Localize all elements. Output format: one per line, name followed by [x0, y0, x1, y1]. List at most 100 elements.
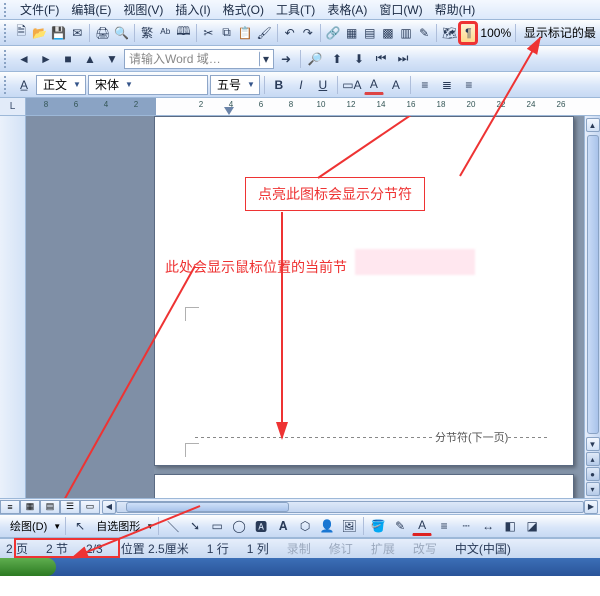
bookmark-up-icon[interactable]: ⬆ [327, 49, 347, 69]
cut-icon[interactable]: ✂ [200, 23, 216, 43]
research-icon[interactable]: 🕮 [175, 23, 191, 43]
autoshapes-menu[interactable]: 自选图形 [92, 518, 144, 534]
3d-icon[interactable]: ◪ [522, 516, 542, 536]
last-icon[interactable]: ⏭ [393, 49, 413, 69]
format-painter-icon[interactable]: 🖌 [256, 23, 273, 43]
back-icon[interactable]: ◄ [14, 49, 34, 69]
paste-icon[interactable]: 📋 [237, 23, 254, 43]
menu-window[interactable]: 窗口(W) [373, 0, 428, 20]
status-language[interactable]: 中文(中国) [455, 540, 511, 557]
show-hide-marks-icon[interactable]: ¶ [460, 23, 476, 43]
tables-borders-icon[interactable]: ▦ [344, 23, 360, 43]
document-map-icon[interactable]: 🗺 [441, 23, 458, 43]
toolbar-grip[interactable] [4, 50, 10, 68]
scroll-down-icon[interactable]: ▼ [586, 437, 600, 451]
normal-view-icon[interactable]: ≡ [0, 500, 20, 514]
toolbar-grip[interactable] [4, 24, 9, 42]
arrow-icon[interactable]: ➘ [185, 516, 205, 536]
dash-style-icon[interactable]: ┄ [456, 516, 476, 536]
web-view-icon[interactable]: ▦ [20, 500, 40, 514]
browse-down-icon[interactable]: ▼ [102, 49, 122, 69]
status-position[interactable]: 位置 2.5厘米 [121, 540, 189, 557]
line-color-icon[interactable]: ✎ [390, 516, 410, 536]
font-size-combo[interactable]: 五号▼ [210, 75, 260, 95]
diagram-icon[interactable]: ⬡ [295, 516, 315, 536]
page-canvas[interactable]: 点亮此图标会显示分节符 此处会显示鼠标位置的当前节 分节符(下一页) [154, 116, 584, 498]
status-overtype[interactable]: 改写 [413, 540, 437, 557]
go-icon[interactable]: ➜ [276, 49, 296, 69]
highlight-icon[interactable]: A [386, 75, 406, 95]
forward-icon[interactable]: ► [36, 49, 56, 69]
insert-worksheet-icon[interactable]: ▩ [380, 23, 396, 43]
menu-edit[interactable]: 编辑(E) [65, 0, 117, 20]
status-record[interactable]: 录制 [287, 540, 311, 557]
status-line[interactable]: 1 行 [207, 540, 229, 557]
shadow-icon[interactable]: ◧ [500, 516, 520, 536]
zoom-combo[interactable]: 100% [478, 26, 511, 40]
undo-icon[interactable]: ↶ [282, 23, 298, 43]
arrow-style-icon[interactable]: ↔ [478, 516, 498, 536]
page-1[interactable]: 点亮此图标会显示分节符 此处会显示鼠标位置的当前节 分节符(下一页) [154, 116, 574, 466]
horizontal-scrollbar[interactable]: ◀ ▶ [100, 499, 600, 514]
scroll-thumb[interactable] [587, 135, 599, 434]
menu-tools[interactable]: 工具(T) [270, 0, 321, 20]
windows-taskbar[interactable] [0, 558, 600, 576]
stop-icon[interactable]: ■ [58, 49, 78, 69]
status-revisions[interactable]: 修订 [329, 540, 353, 557]
font-color-icon[interactable]: A [412, 516, 432, 536]
chevron-down-icon[interactable]: ▾ [259, 51, 273, 67]
find-icon[interactable]: 🔎 [305, 49, 325, 69]
menu-table[interactable]: 表格(A) [321, 0, 373, 20]
simplified-traditional-icon[interactable]: 繁 [139, 23, 155, 43]
vertical-scrollbar[interactable]: ▲ ▼ ▴ ● ▾ [584, 116, 600, 498]
insert-table-icon[interactable]: ▤ [362, 23, 378, 43]
print-preview-icon[interactable]: 🔍 [113, 23, 130, 43]
print-icon[interactable]: 🖨 [94, 23, 111, 43]
align-center-icon[interactable]: ≣ [437, 75, 457, 95]
line-icon[interactable]: ＼ [163, 516, 183, 536]
toolbar-grip[interactable] [4, 3, 10, 17]
toolbar-grip[interactable] [4, 76, 10, 94]
char-shading-icon[interactable]: A [364, 75, 384, 95]
reading-view-icon[interactable]: ▭ [80, 500, 100, 514]
status-section[interactable]: 2 节 [46, 540, 68, 557]
goto-input[interactable]: 请输入Word 域… ▾ [124, 49, 274, 69]
outline-view-icon[interactable]: ☰ [60, 500, 80, 514]
drawing-icon[interactable]: ✎ [416, 23, 432, 43]
columns-icon[interactable]: ▥ [398, 23, 414, 43]
tab-selector[interactable]: L [0, 98, 26, 115]
menu-help[interactable]: 帮助(H) [429, 0, 482, 20]
browse-object-icon[interactable]: ● [586, 467, 600, 481]
char-border-icon[interactable]: ▭A [342, 75, 362, 95]
vertical-ruler[interactable] [0, 116, 26, 498]
copy-icon[interactable]: ⧉ [218, 23, 234, 43]
align-right-icon[interactable]: ≡ [459, 75, 479, 95]
textbox-icon[interactable]: 🅰 [251, 516, 271, 536]
wordart-icon[interactable]: 𝐀 [273, 516, 293, 536]
redo-icon[interactable]: ↷ [300, 23, 316, 43]
scroll-left-icon[interactable]: ◀ [102, 500, 116, 514]
status-page-of[interactable]: 2/3 [86, 542, 103, 556]
browse-next-icon[interactable]: ▾ [586, 482, 600, 496]
italic-button[interactable]: I [291, 75, 311, 95]
page-2[interactable] [154, 474, 574, 498]
browse-prev-icon[interactable]: ▴ [586, 452, 600, 466]
insert-hyperlink-icon[interactable]: 🔗 [325, 23, 342, 43]
oval-icon[interactable]: ◯ [229, 516, 249, 536]
new-doc-icon[interactable]: 🗎 [13, 23, 29, 43]
line-style-icon[interactable]: ≡ [434, 516, 454, 536]
underline-button[interactable]: U [313, 75, 333, 95]
browse-up-icon[interactable]: ▲ [80, 49, 100, 69]
spellcheck-icon[interactable]: ᴬᵇ [157, 23, 173, 43]
style-combo[interactable]: 正文▼ [36, 75, 86, 95]
draw-menu[interactable]: 绘图(D) [6, 518, 51, 534]
print-view-icon[interactable]: ▤ [40, 500, 60, 514]
open-icon[interactable]: 📂 [31, 23, 48, 43]
align-left-icon[interactable]: ≡ [415, 75, 435, 95]
clipart-icon[interactable]: 👤 [317, 516, 337, 536]
bookmark-down-icon[interactable]: ⬇ [349, 49, 369, 69]
select-objects-icon[interactable]: ↖ [70, 516, 90, 536]
first-icon[interactable]: ⏮ [371, 49, 391, 69]
start-button[interactable] [0, 558, 56, 576]
mail-icon[interactable]: ✉ [69, 23, 85, 43]
